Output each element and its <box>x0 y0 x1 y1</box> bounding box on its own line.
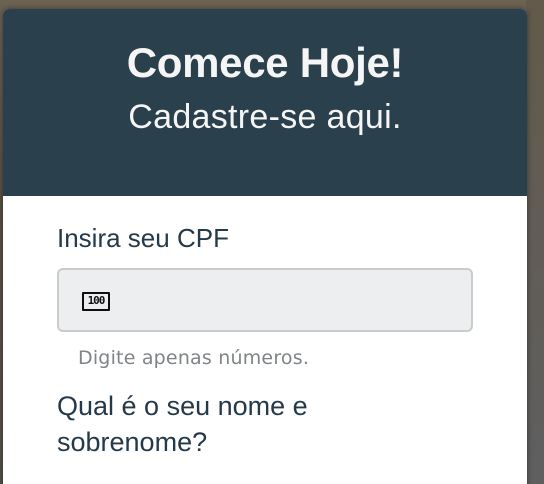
cpf-hint: Digite apenas números. <box>78 347 310 369</box>
signup-header: Comece Hoje! Cadastre-se aqui. <box>3 9 527 196</box>
cpf-input[interactable] <box>123 270 457 332</box>
name-label: Qual é o seu nome e sobrenome? <box>57 391 308 457</box>
signup-card: Comece Hoje! Cadastre-se aqui. Insira se… <box>3 9 527 484</box>
page-subtitle: Cadastre-se aqui. <box>128 98 402 136</box>
signup-form: Insira seu CPF 100 Digite apenas números… <box>3 196 527 460</box>
page-title: Comece Hoje! <box>126 39 404 86</box>
page-backdrop-edge <box>526 0 544 484</box>
cpf-input-box[interactable]: 100 <box>57 268 473 332</box>
cpf-label: Insira seu CPF <box>57 223 229 253</box>
numeric-keypad-icon: 100 <box>82 292 110 311</box>
